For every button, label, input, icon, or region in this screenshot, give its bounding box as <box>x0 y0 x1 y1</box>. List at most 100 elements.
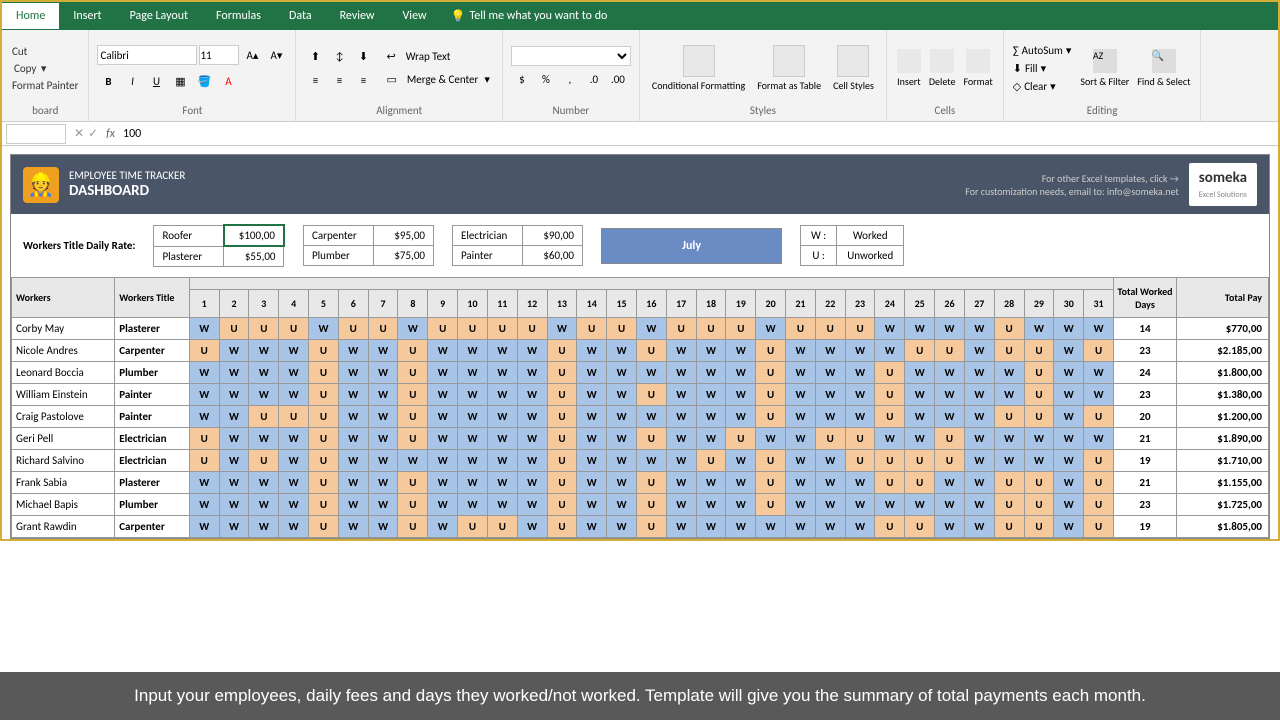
rate-title-cell[interactable]: Roofer <box>154 225 224 246</box>
cut-button[interactable]: Cut <box>10 44 80 59</box>
schedule-cell[interactable]: U <box>756 340 786 362</box>
schedule-cell[interactable]: W <box>607 450 637 472</box>
schedule-cell[interactable]: W <box>964 428 994 450</box>
schedule-cell[interactable]: U <box>636 384 666 406</box>
schedule-cell[interactable]: U <box>1024 516 1054 538</box>
worker-name-cell[interactable]: Nicole Andres <box>12 340 115 362</box>
rate-value-cell[interactable]: $90,00 <box>522 226 582 246</box>
schedule-cell[interactable]: W <box>487 450 517 472</box>
increase-font-icon[interactable]: A▴ <box>241 44 263 66</box>
schedule-cell[interactable]: W <box>607 406 637 428</box>
schedule-cell[interactable]: U <box>398 362 428 384</box>
schedule-cell[interactable]: W <box>338 384 368 406</box>
schedule-cell[interactable]: W <box>696 428 726 450</box>
schedule-cell[interactable]: U <box>726 318 756 340</box>
rate-value-cell[interactable]: $60,00 <box>522 246 582 266</box>
worker-title-cell[interactable]: Painter <box>115 406 190 428</box>
schedule-cell[interactable]: U <box>994 472 1024 494</box>
schedule-cell[interactable]: U <box>636 494 666 516</box>
schedule-cell[interactable]: W <box>815 384 845 406</box>
tab-data[interactable]: Data <box>275 3 326 29</box>
align-left-icon[interactable]: ≡ <box>304 69 326 91</box>
schedule-cell[interactable]: U <box>875 472 905 494</box>
schedule-cell[interactable]: W <box>666 450 696 472</box>
schedule-cell[interactable]: U <box>994 516 1024 538</box>
schedule-cell[interactable]: W <box>726 406 756 428</box>
bold-button[interactable]: B <box>97 70 119 92</box>
clear-button[interactable]: ◇ Clear ▾ <box>1012 78 1073 95</box>
schedule-cell[interactable]: W <box>756 318 786 340</box>
schedule-cell[interactable]: W <box>815 406 845 428</box>
comma-icon[interactable]: , <box>559 68 581 90</box>
schedule-cell[interactable]: U <box>1084 472 1114 494</box>
schedule-cell[interactable]: W <box>577 516 607 538</box>
schedule-cell[interactable]: W <box>786 428 816 450</box>
rate-title-cell[interactable]: Plumber <box>303 246 373 266</box>
schedule-cell[interactable]: W <box>935 384 965 406</box>
worker-name-cell[interactable]: Frank Sabia <box>12 472 115 494</box>
schedule-cell[interactable]: W <box>458 340 488 362</box>
schedule-cell[interactable]: W <box>905 494 935 516</box>
schedule-cell[interactable]: W <box>935 362 965 384</box>
schedule-cell[interactable]: U <box>338 318 368 340</box>
schedule-cell[interactable]: W <box>487 428 517 450</box>
schedule-cell[interactable]: U <box>905 340 935 362</box>
schedule-cell[interactable]: W <box>428 428 458 450</box>
schedule-cell[interactable]: U <box>547 516 577 538</box>
schedule-cell[interactable]: W <box>756 428 786 450</box>
schedule-cell[interactable]: W <box>1054 472 1084 494</box>
worker-title-cell[interactable]: Electrician <box>115 428 190 450</box>
schedule-cell[interactable]: U <box>815 428 845 450</box>
schedule-cell[interactable]: W <box>666 472 696 494</box>
schedule-cell[interactable]: U <box>935 340 965 362</box>
schedule-cell[interactable]: W <box>636 450 666 472</box>
increase-decimal-icon[interactable]: .0 <box>583 68 605 90</box>
schedule-cell[interactable]: U <box>994 340 1024 362</box>
tab-home[interactable]: Home <box>2 3 59 29</box>
insert-button[interactable]: Insert <box>895 47 923 90</box>
schedule-cell[interactable]: W <box>1024 428 1054 450</box>
schedule-cell[interactable]: U <box>815 318 845 340</box>
schedule-cell[interactable]: W <box>875 318 905 340</box>
schedule-cell[interactable]: W <box>636 362 666 384</box>
schedule-cell[interactable]: W <box>517 450 547 472</box>
schedule-cell[interactable]: W <box>249 428 279 450</box>
schedule-cell[interactable]: W <box>607 340 637 362</box>
schedule-cell[interactable]: W <box>1084 384 1114 406</box>
schedule-cell[interactable]: W <box>964 384 994 406</box>
rate-title-cell[interactable]: Plasterer <box>154 246 224 267</box>
worker-name-cell[interactable]: William Einstein <box>12 384 115 406</box>
schedule-cell[interactable]: U <box>1024 340 1054 362</box>
schedule-cell[interactable]: W <box>219 472 249 494</box>
schedule-cell[interactable]: W <box>577 428 607 450</box>
schedule-cell[interactable]: U <box>398 516 428 538</box>
schedule-cell[interactable]: W <box>189 384 219 406</box>
rate-value-cell[interactable]: $100,00 <box>224 225 284 246</box>
format-button[interactable]: Format <box>961 47 994 90</box>
worker-title-cell[interactable]: Plumber <box>115 362 190 384</box>
worker-title-cell[interactable]: Painter <box>115 384 190 406</box>
schedule-cell[interactable]: W <box>726 494 756 516</box>
sort-filter-button[interactable]: AZSort & Filter <box>1078 47 1131 90</box>
schedule-cell[interactable]: W <box>577 384 607 406</box>
schedule-cell[interactable]: U <box>458 516 488 538</box>
schedule-cell[interactable]: U <box>279 406 309 428</box>
schedule-cell[interactable]: W <box>636 406 666 428</box>
schedule-cell[interactable]: U <box>398 340 428 362</box>
name-box[interactable] <box>6 124 66 144</box>
schedule-cell[interactable]: W <box>607 472 637 494</box>
schedule-cell[interactable]: U <box>458 318 488 340</box>
tab-insert[interactable]: Insert <box>59 3 115 29</box>
schedule-cell[interactable]: U <box>636 428 666 450</box>
worker-title-cell[interactable]: Electrician <box>115 450 190 472</box>
schedule-cell[interactable]: W <box>458 472 488 494</box>
schedule-cell[interactable]: U <box>309 450 339 472</box>
schedule-cell[interactable]: U <box>577 318 607 340</box>
schedule-cell[interactable]: U <box>994 406 1024 428</box>
schedule-cell[interactable]: W <box>338 406 368 428</box>
schedule-cell[interactable]: W <box>1084 428 1114 450</box>
schedule-cell[interactable]: W <box>368 340 398 362</box>
schedule-cell[interactable]: W <box>815 494 845 516</box>
schedule-cell[interactable]: U <box>309 406 339 428</box>
rate-value-cell[interactable]: $95,00 <box>373 226 433 246</box>
